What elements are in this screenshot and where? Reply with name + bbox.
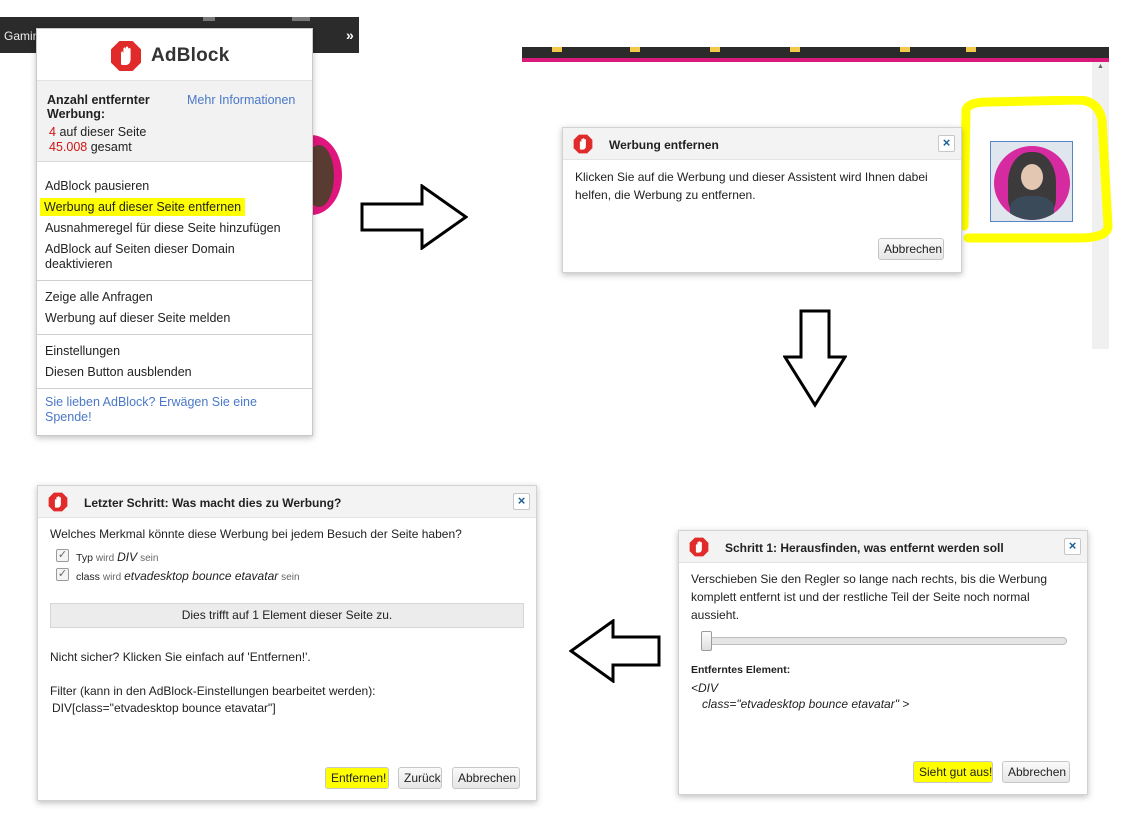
- left-arrow-icon: [569, 619, 661, 683]
- criterion-suffix: sein: [281, 572, 300, 583]
- total-count-label: gesamt: [90, 140, 132, 154]
- step1-dialog: Schritt 1: Herausfinden, was entfernt we…: [678, 530, 1088, 795]
- remove-ad-dialog: Werbung entfernen × Klicken Sie auf die …: [562, 127, 962, 273]
- page-count-value: 4: [49, 125, 56, 139]
- menu-report-ad[interactable]: Werbung auf dieser Seite melden: [45, 311, 307, 326]
- remove-button[interactable]: Entfernen!: [325, 767, 389, 789]
- bookmark-tab[interactable]: Gamin: [4, 29, 39, 43]
- removal-slider-track[interactable]: [701, 637, 1067, 645]
- popup-header: AdBlock: [37, 29, 312, 79]
- looks-good-button[interactable]: Sieht gut aus!: [913, 761, 993, 783]
- criterion-suffix: sein: [140, 553, 159, 564]
- match-count-bar: Dies trifft auf 1 Element dieser Seite z…: [50, 603, 524, 628]
- dialog-instructions: Verschieben Sie den Regler so lange nach…: [691, 572, 1047, 622]
- criterion-value: etvadesktop bounce etavatar: [124, 569, 279, 583]
- dialog-header: Schritt 1: Herausfinden, was entfernt we…: [679, 531, 1087, 563]
- menu-remove-ad[interactable]: Werbung auf dieser Seite entfernen: [40, 198, 307, 216]
- adblock-brand-name: AdBlock: [151, 45, 230, 66]
- criterion-verb: wird: [95, 553, 115, 564]
- dialog-title: Letzter Schritt: Was macht dies zu Werbu…: [84, 496, 342, 510]
- menu-divider: [37, 388, 312, 389]
- criterion-key: class: [76, 571, 100, 583]
- stats-page-count: 4 auf dieser Seite: [49, 125, 146, 139]
- criterion-class: class wird etvadesktop bounce etavatar s…: [76, 567, 300, 587]
- annotation-highlight-marker: [959, 96, 1113, 243]
- page-accent-line: [522, 58, 1109, 62]
- cancel-button[interactable]: Abbrechen: [1002, 761, 1070, 783]
- removal-slider-thumb[interactable]: [701, 631, 712, 651]
- more-info-link[interactable]: Mehr Informationen: [187, 93, 295, 107]
- dialog-title: Werbung entfernen: [609, 138, 719, 152]
- stats-total-count: 45.008 gesamt: [49, 140, 132, 154]
- close-icon[interactable]: ×: [1064, 538, 1081, 555]
- dialog-header: Letzter Schritt: Was macht dies zu Werbu…: [38, 486, 536, 518]
- cancel-button[interactable]: Abbrechen: [878, 238, 944, 260]
- menu-pause-adblock[interactable]: AdBlock pausieren: [45, 179, 307, 194]
- dialog-title: Schritt 1: Herausfinden, was entfernt we…: [725, 541, 1004, 555]
- toolbar-indicator: [203, 17, 215, 21]
- bookmarks-overflow-chevron-icon[interactable]: »: [346, 27, 354, 43]
- criterion-key: Typ: [76, 552, 93, 564]
- right-arrow-icon: [360, 184, 468, 250]
- menu-remove-ad-label: Werbung auf dieser Seite entfernen: [40, 198, 246, 216]
- unsure-hint: Nicht sicher? Klicken Sie einfach auf 'E…: [50, 650, 311, 664]
- adblock-popup: AdBlock Anzahl entfernter Werbung: Mehr …: [36, 28, 313, 436]
- scroll-up-arrow-icon[interactable]: ▲: [1097, 63, 1104, 70]
- page-count-label: auf dieser Seite: [59, 125, 147, 139]
- donate-link[interactable]: Sie lieben AdBlock? Erwägen Sie eine Spe…: [45, 395, 275, 425]
- menu-disable-domain[interactable]: AdBlock auf Seiten dieser Domain deaktiv…: [45, 242, 265, 272]
- stats-title: Anzahl entfernter Werbung:: [47, 93, 150, 121]
- removed-element-class: class="etvadesktop bounce etavatar" >: [702, 697, 910, 711]
- criterion-verb: wird: [102, 572, 122, 583]
- removed-element-label: Entferntes Element:: [691, 664, 791, 676]
- adblock-logo-icon: [48, 492, 68, 512]
- cancel-button[interactable]: Abbrechen: [452, 767, 520, 789]
- menu-add-exception[interactable]: Ausnahmeregel für diese Seite hinzufügen: [45, 221, 307, 236]
- page-navbar: [522, 47, 1109, 58]
- dialog-header: Werbung entfernen ×: [563, 128, 961, 160]
- dialog-instructions: Klicken Sie auf die Werbung und dieser A…: [575, 170, 928, 202]
- adblock-logo-icon: [689, 537, 709, 557]
- close-icon[interactable]: ×: [513, 493, 530, 510]
- total-count-value: 45.008: [49, 140, 88, 154]
- menu-divider: [37, 334, 312, 335]
- last-step-dialog: Letzter Schritt: Was macht dies zu Werbu…: [37, 485, 537, 801]
- filter-label: Filter (kann in den AdBlock-Einstellunge…: [50, 684, 376, 698]
- adblock-logo-icon: [111, 41, 141, 71]
- close-icon[interactable]: ×: [938, 135, 955, 152]
- criterion-type: Typ wird DIV sein: [76, 548, 158, 568]
- menu-divider: [37, 280, 312, 281]
- criterion-class-checkbox[interactable]: ✓: [56, 568, 69, 581]
- back-button[interactable]: Zurück: [398, 767, 442, 789]
- menu-hide-button[interactable]: Diesen Button ausblenden: [45, 365, 307, 380]
- criterion-value: DIV: [117, 550, 138, 564]
- menu-show-requests[interactable]: Zeige alle Anfragen: [45, 290, 307, 305]
- menu-settings[interactable]: Einstellungen: [45, 344, 307, 359]
- criteria-question: Welches Merkmal könnte diese Werbung bei…: [50, 527, 462, 541]
- adblock-logo-icon: [573, 134, 593, 154]
- blocked-ads-stats: Anzahl entfernter Werbung: Mehr Informat…: [37, 80, 312, 162]
- criterion-type-checkbox[interactable]: ✓: [56, 549, 69, 562]
- filter-value: DIV[class="etvadesktop bounce etavatar"]: [52, 701, 276, 715]
- toolbar-indicator: [292, 17, 310, 21]
